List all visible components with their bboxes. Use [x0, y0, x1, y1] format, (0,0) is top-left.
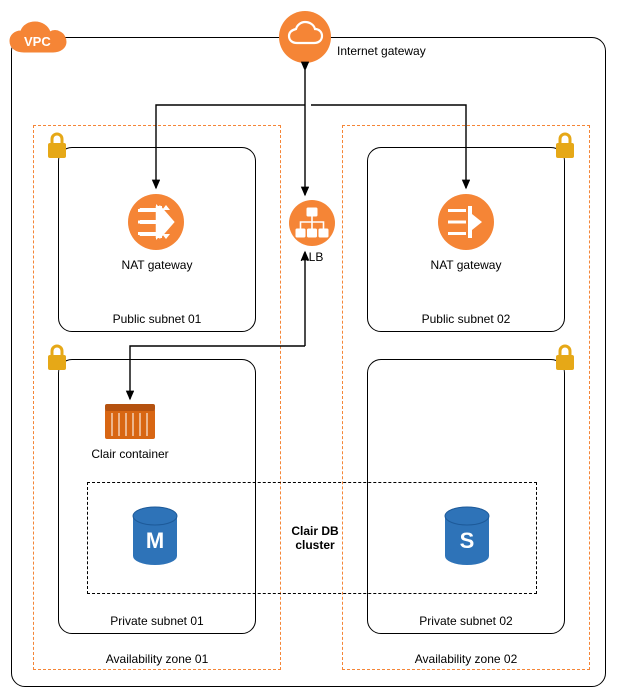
- database-standby-icon: S: [442, 506, 492, 566]
- nat-gateway-icon: [126, 192, 186, 252]
- public-subnet-01-label: Public subnet 01: [58, 312, 256, 326]
- private-subnet-01-label: Private subnet 01: [58, 614, 256, 628]
- lock-icon: [44, 131, 70, 161]
- alb-label: ALB: [288, 250, 336, 264]
- internet-gateway-label: Internet gateway: [337, 44, 447, 58]
- private-subnet-02-label: Private subnet 02: [367, 614, 565, 628]
- alb-icon: [288, 199, 336, 247]
- clair-db-cluster-label: Clair DB cluster: [280, 524, 350, 552]
- nat-gateway-icon: [436, 192, 496, 252]
- container-icon: [104, 403, 156, 443]
- lock-icon: [552, 343, 578, 373]
- vpc-label: VPC: [24, 34, 51, 49]
- nat-gateway-01-label: NAT gateway: [58, 258, 256, 272]
- nat-gateway-02-label: NAT gateway: [367, 258, 565, 272]
- diagram-canvas: VPC Internet gateway Availability zone 0…: [0, 0, 617, 692]
- az-01-label: Availability zone 01: [33, 652, 281, 666]
- lock-icon: [552, 131, 578, 161]
- db-standby-letter: S: [460, 528, 475, 553]
- internet-gateway-icon: [277, 9, 333, 65]
- public-subnet-02-label: Public subnet 02: [367, 312, 565, 326]
- clair-container-label: Clair container: [80, 447, 180, 461]
- vpc-cloud-icon: VPC: [4, 20, 74, 60]
- az-02-label: Availability zone 02: [342, 652, 590, 666]
- database-master-icon: M: [130, 506, 180, 566]
- db-master-letter: M: [146, 528, 164, 553]
- lock-icon: [44, 343, 70, 373]
